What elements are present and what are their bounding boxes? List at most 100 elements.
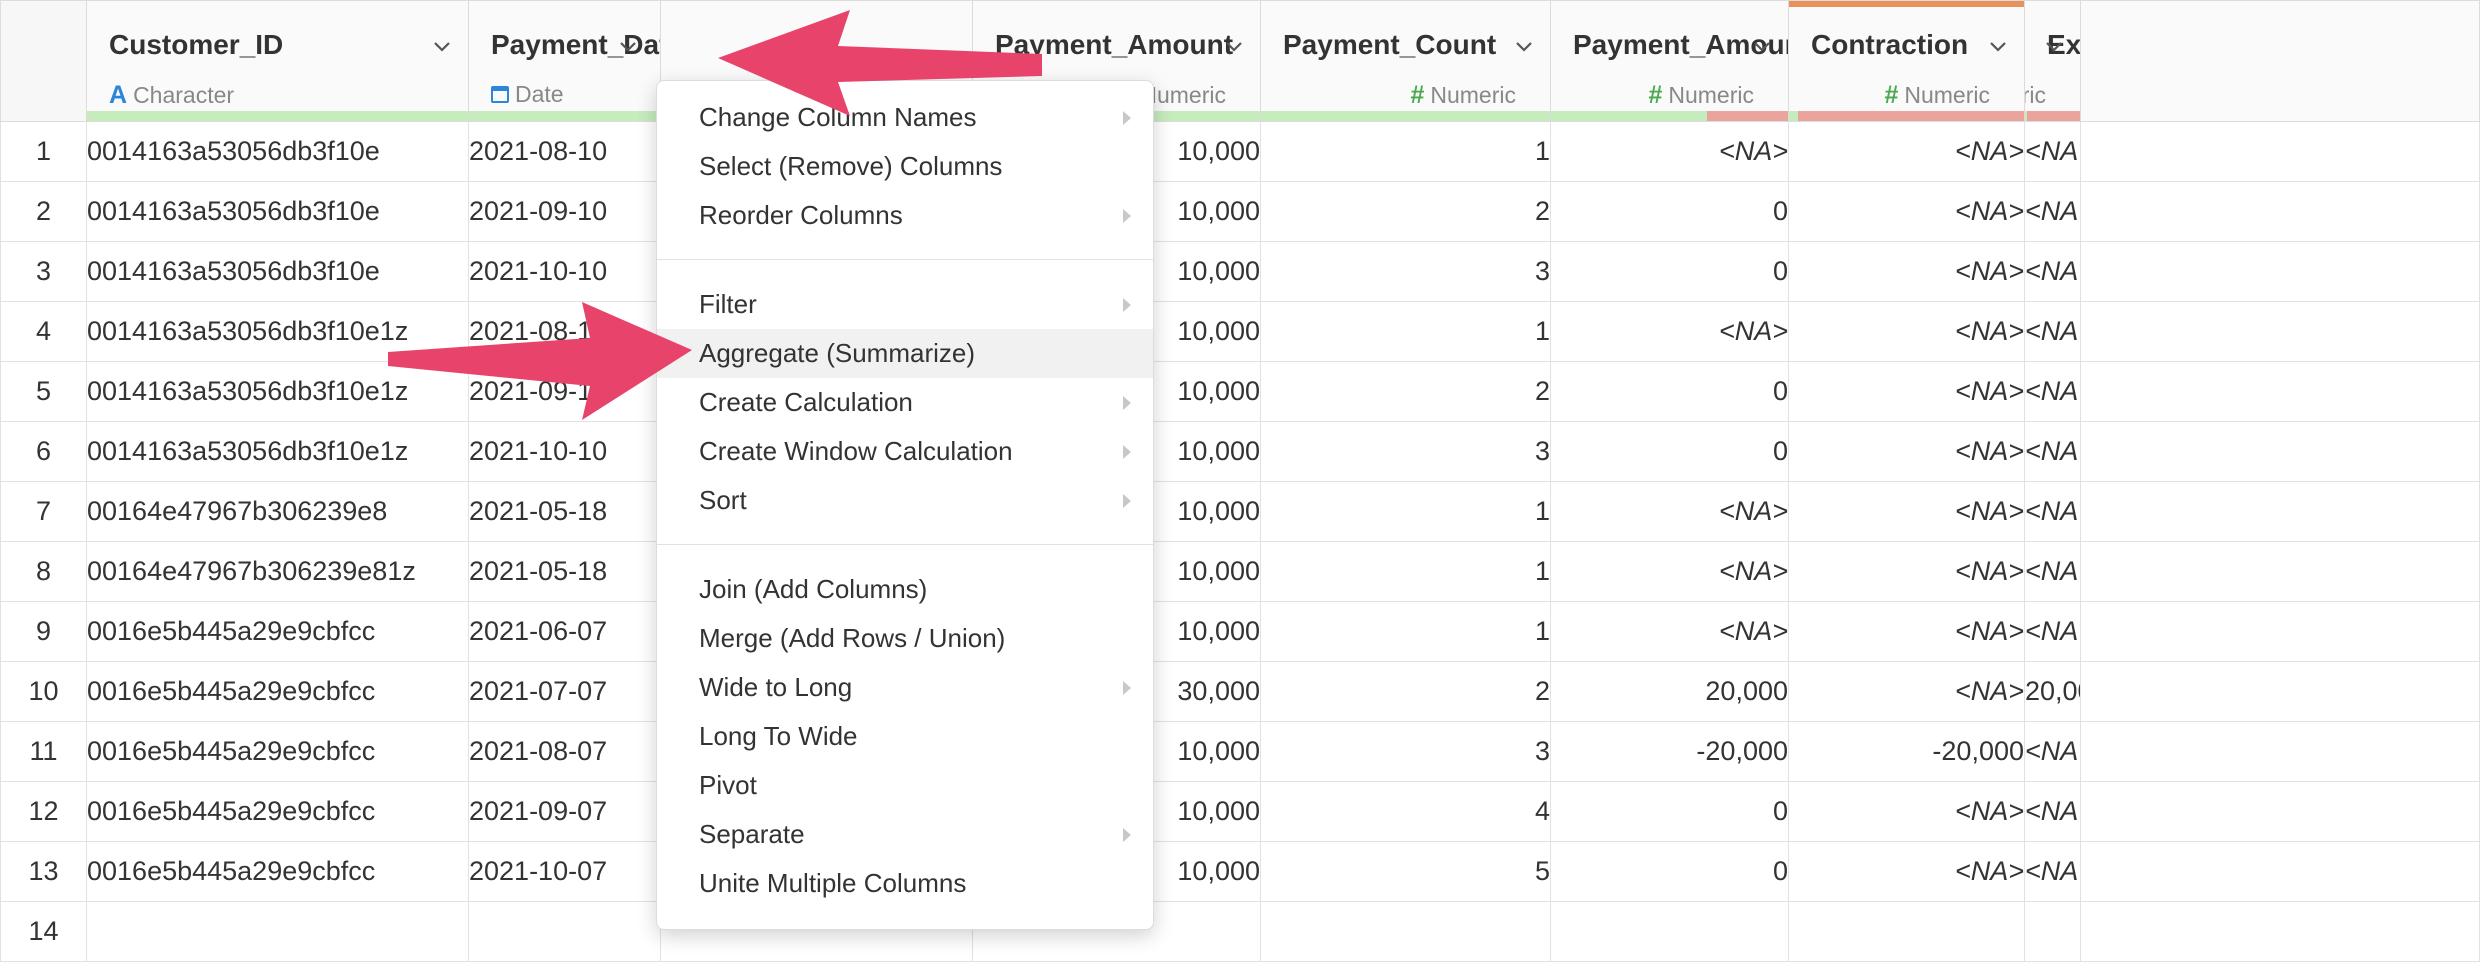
cell-payment-count [1260,901,1551,962]
cell-overflow [2080,301,2480,362]
cell-expansion: <NA> [2024,421,2081,482]
quality-bar [2025,111,2080,121]
character-type-icon: A [109,81,128,109]
cell-expansion: <NA> [2024,241,2081,302]
cell-expansion: <NA> [2024,721,2081,782]
cell-overflow [2080,121,2480,182]
table-row: 2 0014163a53056db3f10e 2021-09-10 10,000 2 0 <… [0,181,2480,242]
menu-item-label: Filter [699,289,757,319]
chevron-down-icon[interactable] [1514,37,1534,57]
chevron-down-icon[interactable] [1752,37,1772,57]
row-number: 2 [0,181,87,242]
cell-overflow [2080,481,2480,542]
cell-payment-amount-difference: <NA> [1550,481,1789,542]
cell-contraction: <NA> [1788,241,2025,302]
cell-payment-date: 2021-05-18 [468,541,661,602]
column-type: A Character [109,81,235,109]
menu-item-pivot[interactable]: Pivot [657,761,1153,810]
menu-item-create-window-calculation[interactable]: Create Window Calculation [657,427,1153,476]
chevron-down-icon[interactable] [1988,37,2008,57]
menu-item-filter[interactable]: Filter [657,280,1153,329]
cell-contraction: -20,000 [1788,721,2025,782]
chevron-down-icon[interactable] [432,37,452,57]
column-header-customer-id[interactable]: Customer_ID A Character [86,0,469,122]
row-number: 14 [0,901,87,962]
menu-item-join-add-columns[interactable]: Join (Add Columns) [657,565,1153,614]
cell-payment-date: 2021-10-07 [468,841,661,902]
cell-payment-count: 1 [1260,481,1551,542]
cell-overflow [2080,901,2480,962]
menu-item-sort[interactable]: Sort [657,476,1153,525]
menu-item-reorder-columns[interactable]: Reorder Columns [657,191,1153,240]
cell-expansion: <NA> [2024,601,2081,662]
column-header-payment-count[interactable]: Payment_Count # Numeric [1260,0,1551,122]
table-row: 13 0016e5b445a29e9cbfcc 2021-10-07 10,000 5 0… [0,841,2480,902]
chevron-down-icon[interactable] [1224,37,1244,57]
quality-bar [87,111,468,121]
table-row: 8 00164e47967b306239e81z 2021-05-18 10,000 1… [0,541,2480,602]
cell-payment-date: 2021-07-07 [468,661,661,722]
menu-item-unite-multiple-columns[interactable]: Unite Multiple Columns [657,859,1153,908]
chevron-down-icon[interactable] [618,37,638,57]
cell-payment-count: 1 [1260,121,1551,182]
table-row: 14 [0,901,2480,962]
cell-payment-count: 3 [1260,421,1551,482]
cell-customer-id: 0016e5b445a29e9cbfcc [86,661,469,722]
cell-payment-amount-difference: -20,000 [1550,721,1789,782]
menu-item-aggregate-summarize[interactable]: Aggregate (Summarize) [657,329,1153,378]
menu-item-select-remove-columns[interactable]: Select (Remove) Columns [657,142,1153,191]
menu-item-change-column-names[interactable]: Change Column Names [657,93,1153,142]
column-header-payment-date[interactable]: Payment_Date Date [468,0,661,122]
cell-payment-date: 2021-09-10 [468,181,661,242]
submenu-arrow-icon [1123,209,1131,223]
menu-item-long-to-wide[interactable]: Long To Wide [657,712,1153,761]
numeric-type-icon: # [1410,81,1425,109]
submenu-arrow-icon [1123,681,1131,695]
chevron-down-icon[interactable] [2044,37,2064,57]
menu-item-wide-to-long[interactable]: Wide to Long [657,663,1153,712]
menu-item-label: Separate [699,819,805,849]
cell-payment-count: 3 [1260,241,1551,302]
cell-overflow [2080,541,2480,602]
cell-payment-count: 5 [1260,841,1551,902]
row-number: 13 [0,841,87,902]
column-header-contraction[interactable]: Contraction # Numeric [1788,0,2025,122]
table-row: 1 0014163a53056db3f10e 2021-08-10 10,000 1 <N… [0,121,2480,182]
submenu-arrow-icon [1123,494,1131,508]
cell-customer-id: 0014163a53056db3f10e [86,241,469,302]
submenu-arrow-icon [1123,396,1131,410]
cell-expansion: <NA> [2024,841,2081,902]
menu-item-label: Join (Add Columns) [699,574,928,604]
cell-contraction: <NA> [1788,481,2025,542]
table-row: 3 0014163a53056db3f10e 2021-10-10 10,000 3 0 <… [0,241,2480,302]
menu-item-merge-add-rows-union[interactable]: Merge (Add Rows / Union) [657,614,1153,663]
menu-item-label: Create Window Calculation [699,436,1013,466]
numeric-type-icon: # [1648,81,1663,109]
column-header-expansion[interactable]: Expansion #Numeric [2024,0,2081,122]
cell-expansion: <NA> [2024,361,2081,422]
cell-contraction [1788,901,2025,962]
cell-overflow [2080,421,2480,482]
row-number: 7 [0,481,87,542]
cell-contraction: <NA> [1788,421,2025,482]
cell-payment-amount-difference: 0 [1550,841,1789,902]
cell-payment-count: 1 [1260,541,1551,602]
column-context-menu: Change Column Names Select (Remove) Colum… [656,80,1154,930]
column-type: Date [491,81,564,108]
cell-customer-id: 00164e47967b306239e8 [86,481,469,542]
submenu-arrow-icon [1123,111,1131,125]
column-name: Payment_Count [1283,29,1497,60]
column-type: #Numeric [1410,81,1516,109]
quality-bar [469,111,660,121]
menu-item-separate[interactable]: Separate [657,810,1153,859]
menu-item-create-calculation[interactable]: Create Calculation [657,378,1153,427]
column-header-payment-amount-difference[interactable]: Payment_Amount_Difference #Numeric [1550,0,1789,122]
cell-payment-amount-difference: 0 [1550,421,1789,482]
cell-contraction: <NA> [1788,781,2025,842]
cell-customer-id: 0016e5b445a29e9cbfcc [86,781,469,842]
cell-overflow [2080,841,2480,902]
cell-customer-id: 0014163a53056db3f10e1z [86,301,469,362]
column-header-overflow [2080,0,2480,122]
cell-payment-date: 2021-09-07 [468,781,661,842]
table-row: 4 0014163a53056db3f10e1z 2021-08-10 10,000 1… [0,301,2480,362]
